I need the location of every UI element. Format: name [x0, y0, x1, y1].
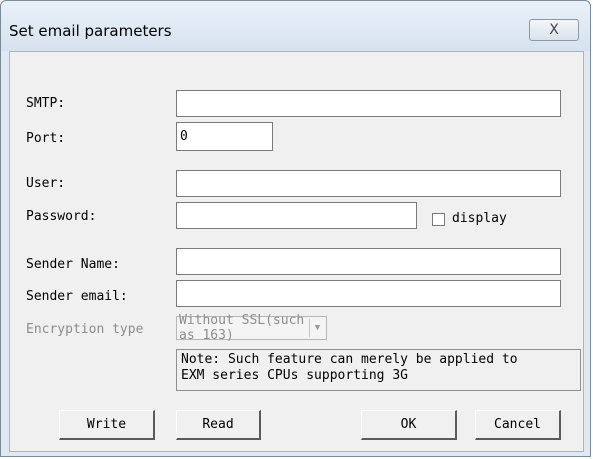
encryption-type-value: Without SSL(such as 163): [179, 313, 305, 343]
note-text: Note: Such feature can merely be applied…: [176, 349, 581, 391]
write-button[interactable]: Write: [59, 410, 155, 440]
sender-name-label: Sender Name:: [26, 257, 120, 272]
port-input[interactable]: [176, 122, 273, 151]
dialog-body: SMTP: Port: User: Password: display Send…: [9, 51, 584, 452]
dialog-title: Set email parameters: [9, 22, 172, 40]
port-label: Port:: [26, 131, 66, 146]
cancel-button[interactable]: Cancel: [475, 410, 561, 440]
user-input[interactable]: [176, 170, 561, 197]
sender-email-label: Sender email:: [26, 289, 128, 304]
password-label: Password:: [26, 209, 97, 224]
user-label: User:: [26, 176, 66, 191]
title-bar[interactable]: Set email parameters X: [1, 1, 590, 51]
smtp-label: SMTP:: [26, 96, 66, 111]
close-icon: X: [549, 22, 559, 38]
smtp-input[interactable]: [176, 90, 561, 117]
email-parameters-dialog: Set email parameters X SMTP: Port: User:…: [0, 0, 591, 457]
password-input[interactable]: [176, 202, 417, 229]
chevron-down-icon: ▼: [309, 319, 325, 337]
read-button[interactable]: Read: [176, 410, 261, 440]
ok-button[interactable]: OK: [361, 410, 457, 440]
display-checkbox[interactable]: [432, 213, 445, 226]
sender-email-input[interactable]: [176, 280, 561, 307]
display-label: display: [452, 211, 507, 226]
close-button[interactable]: X: [529, 19, 579, 41]
encryption-type-select[interactable]: Without SSL(such as 163) ▼: [176, 313, 327, 343]
encryption-type-label: Encryption type: [26, 322, 144, 337]
sender-name-input[interactable]: [176, 248, 561, 275]
